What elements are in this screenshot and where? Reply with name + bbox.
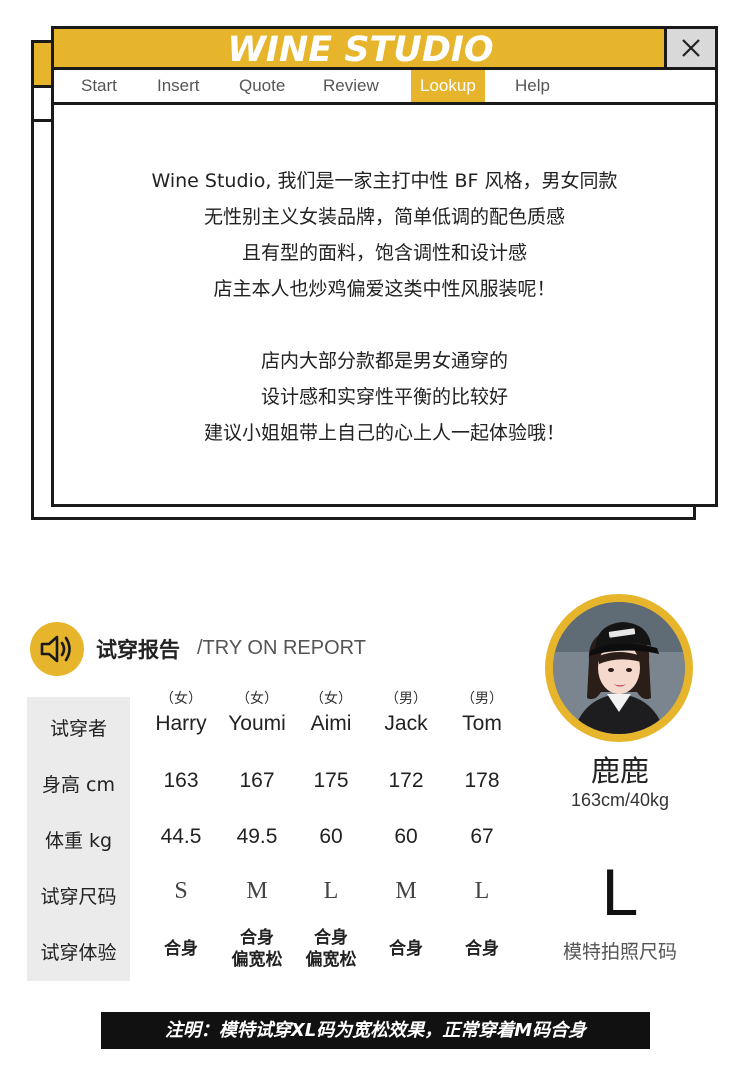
menu-item-start[interactable]: Start — [81, 70, 117, 102]
row-label-experience: 试穿体验 — [40, 942, 117, 964]
avatar — [553, 602, 685, 734]
menu-item-insert[interactable]: Insert — [157, 70, 200, 102]
tester-name: Aimi — [310, 712, 352, 735]
tester-experience: 合身 偏宽松 — [291, 927, 371, 971]
row-label-tester: 试穿者 — [49, 718, 107, 740]
tester-size: S — [174, 878, 188, 904]
tester-weight: 60 — [319, 825, 343, 848]
model-portrait — [553, 602, 685, 734]
tester-gender: （女） — [310, 691, 352, 707]
tester-height: 172 — [388, 769, 424, 792]
experience-line: 合身 — [164, 939, 198, 959]
tester-size: L — [474, 878, 490, 904]
experience-line: 偏宽松 — [305, 950, 357, 970]
tester-weight: 67 — [470, 825, 494, 848]
tester-gender: （女） — [160, 691, 202, 707]
experience-line: 合身 — [465, 939, 499, 959]
tester-weight: 49.5 — [236, 825, 278, 848]
intro-line: 建议小姐姐带上自己的心上人一起体验哦！ — [203, 422, 565, 444]
close-icon — [682, 39, 700, 57]
tester-gender: （男） — [385, 691, 427, 707]
speaker-icon-badge — [30, 622, 84, 676]
model-stats: 163cm/40kg — [570, 790, 670, 810]
menu-item-help[interactable]: Help — [515, 70, 550, 102]
experience-line: 合身 — [314, 928, 348, 948]
report-title: 试穿报告 — [96, 638, 180, 662]
intro-text: Wine Studio, 我们是一家主打中性 BF 风格，男女同款 无性别主义女… — [54, 163, 715, 451]
tester-name: Tom — [462, 712, 502, 735]
close-button[interactable] — [664, 29, 715, 70]
intro-line: 且有型的面料，饱含调性和设计感 — [241, 242, 527, 264]
tester-height: 175 — [313, 769, 349, 792]
intro-line: Wine Studio, 我们是一家主打中性 BF 风格，男女同款 — [151, 170, 618, 192]
window-title: WINE STUDIO — [227, 30, 494, 70]
menu-item-lookup[interactable]: Lookup — [411, 70, 485, 102]
row-label-height: 身高 cm — [42, 774, 115, 796]
window-titlebar: WINE STUDIO — [54, 29, 667, 70]
tester-weight: 60 — [394, 825, 418, 848]
tester-weight: 44.5 — [160, 825, 202, 848]
experience-line: 合身 — [389, 939, 423, 959]
intro-line: 店内大部分款都是男女通穿的 — [260, 350, 508, 372]
intro-line: 无性别主义女装品牌，简单低调的配色质感 — [203, 206, 565, 228]
row-label-weight: 体重 kg — [44, 830, 113, 852]
tester-size: M — [395, 878, 417, 904]
tester-experience: 合身 — [366, 938, 446, 960]
tester-name: Youmi — [228, 712, 286, 735]
menu-bar: Start Insert Quote Review Lookup Help — [54, 70, 715, 105]
tester-name: Harry — [155, 712, 207, 735]
model-size: L — [601, 855, 639, 929]
speaker-icon — [40, 635, 71, 663]
tester-experience: 合身 偏宽松 — [217, 927, 297, 971]
tester-size: M — [246, 878, 268, 904]
tester-height: 178 — [464, 769, 500, 792]
app-window: WINE STUDIO Start Insert Quote Review Lo… — [51, 26, 718, 507]
tester-height: 167 — [239, 769, 275, 792]
intro-line: 店主本人也炒鸡偏爱这类中性风服装呢！ — [213, 278, 556, 300]
tester-gender: （女） — [236, 691, 278, 707]
size-note: 注明：模特试穿XL码为宽松效果，正常穿着M码合身 — [101, 1012, 650, 1049]
report-subtitle: /TRY ON REPORT — [197, 637, 366, 659]
model-size-label: 模特拍照尺码 — [562, 941, 677, 963]
row-label-size: 试穿尺码 — [40, 886, 117, 908]
tester-gender: （男） — [461, 691, 503, 707]
menu-item-review[interactable]: Review — [323, 70, 379, 102]
experience-line: 合身 — [240, 928, 274, 948]
tester-experience: 合身 — [141, 938, 221, 960]
tester-name: Jack — [384, 712, 428, 735]
model-name: 鹿鹿 — [590, 754, 649, 788]
intro-line: 设计感和实穿性平衡的比较好 — [260, 386, 508, 408]
tester-height: 163 — [163, 769, 199, 792]
experience-line: 偏宽松 — [231, 950, 283, 970]
tester-size: L — [323, 878, 339, 904]
tester-experience: 合身 — [442, 938, 522, 960]
menu-item-quote[interactable]: Quote — [239, 70, 285, 102]
